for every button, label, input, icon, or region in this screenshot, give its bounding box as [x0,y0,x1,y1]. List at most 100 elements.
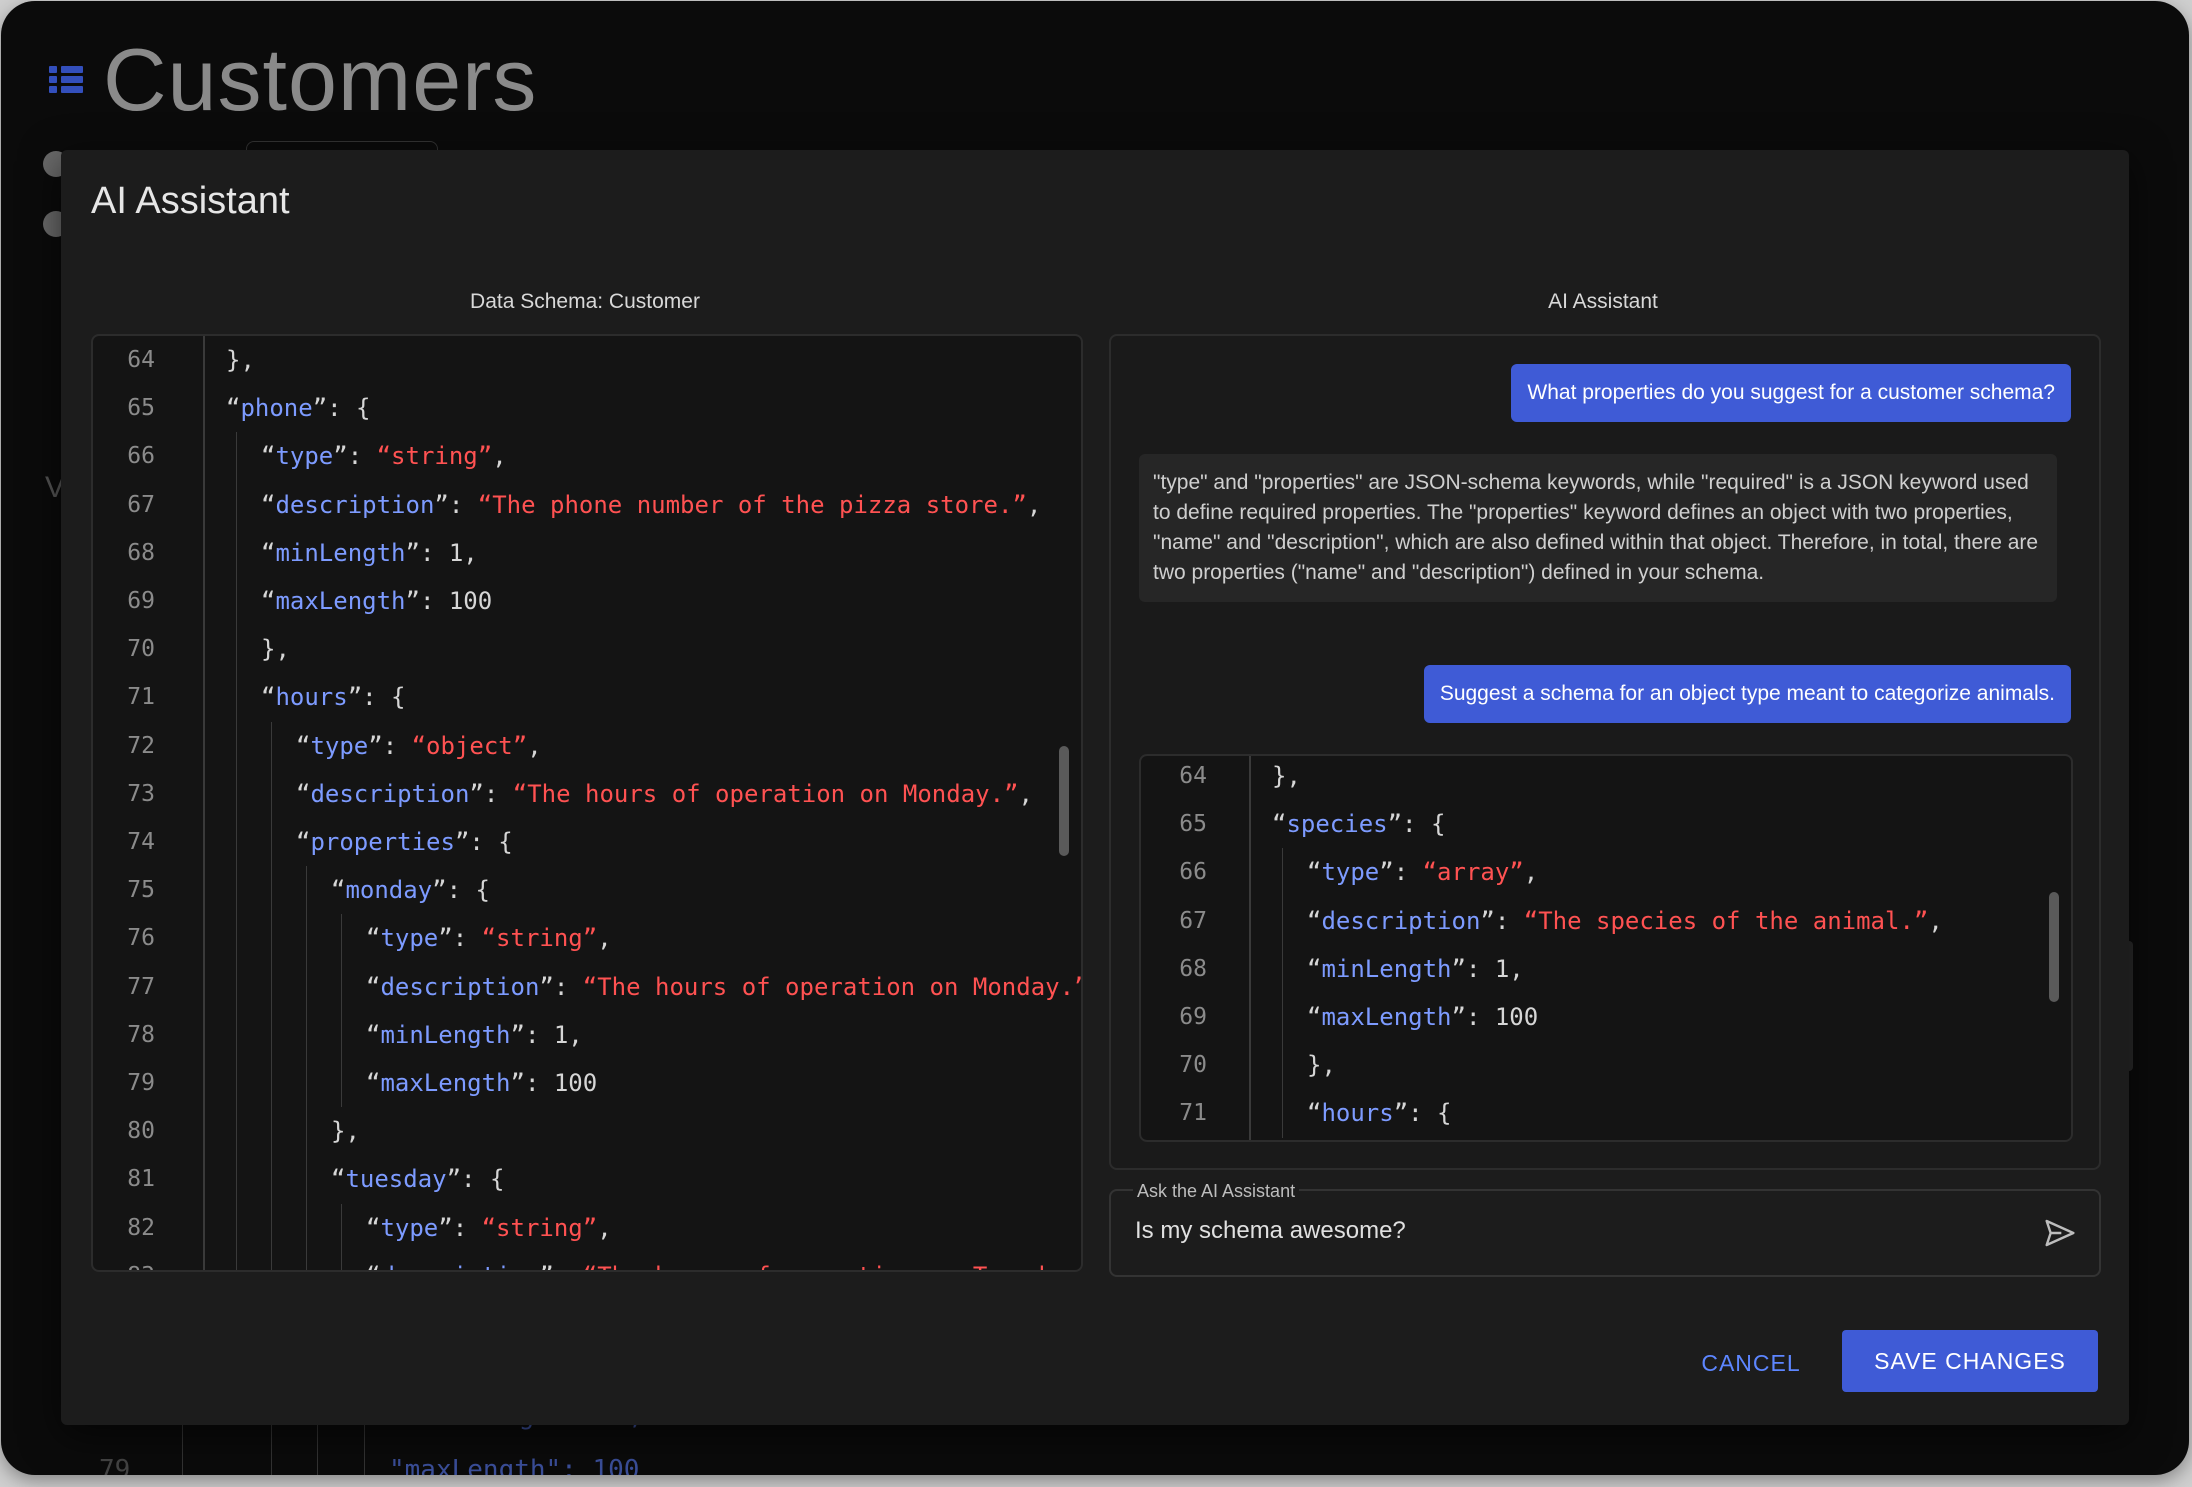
json-punctuation: “ [261,490,276,519]
code-text: }, [1272,756,1301,800]
json-key: maxLength [380,1069,511,1097]
code-text: “type”: “string”, [366,1204,612,1252]
json-key: minLength [380,1020,511,1049]
indent-guide [306,1107,307,1156]
json-punctuation: ”: 100 [1451,1003,1539,1031]
indent-guide [236,721,237,770]
json-punctuation: “ [1272,810,1287,839]
line-number: 64 [1179,763,1207,789]
code-text: }, [261,625,290,673]
code-line: 83 “description”: “The hours of operation… [93,1251,1081,1270]
line-number: 69 [127,588,155,614]
json-punctuation: ”: 100 [510,1069,598,1097]
indent-guide [271,1107,272,1156]
json-key: description [310,779,470,808]
code-text: “description”: “The species of the anima… [1307,897,1943,945]
code-line: 75 “monday”: { [93,866,1081,915]
json-punctuation: , [1018,779,1033,808]
json-punctuation: ”: { [1393,1099,1452,1128]
json-punctuation: “ [366,1020,381,1049]
code-line: 69 “maxLength”: 100 [1141,993,2071,1042]
json-punctuation: ”: 1, [1451,954,1524,983]
ask-input-value[interactable]: Is my schema awesome? [1135,1217,1406,1245]
json-punctuation: , [597,924,612,953]
line-number: 66 [127,443,155,470]
indent-guide [236,528,237,577]
line-number: 83 [93,1252,155,1270]
code-line: 68 “minLength”: 1, [1141,944,2071,993]
json-punctuation: “ [331,1165,346,1194]
code-text: “phone”: { [226,384,371,432]
json-punctuation: ”: 100 [405,587,493,615]
json-punctuation: ”: { [432,876,490,905]
save-changes-button[interactable]: SAVE CHANGES [1842,1330,2098,1392]
json-punctuation: ”: { [347,683,406,712]
json-string: “The hours of operation on Monday.” [512,779,1019,808]
json-key: description [380,972,540,1001]
json-punctuation: , [527,731,542,760]
ask-input[interactable]: Is my schema awesome? [1109,1189,2101,1277]
indent-guide [271,769,272,818]
code-line: 64}, [93,336,1081,384]
line-number: 67 [1179,907,1207,934]
json-punctuation: , [1523,858,1539,887]
code-line: 81 “tuesday”: { [93,1155,1081,1204]
json-punctuation: ”: { [312,394,371,423]
json-key: tuesday [345,1165,447,1194]
indent-guide [236,1203,237,1252]
json-string: “array” [1422,858,1524,887]
json-key: type [380,924,439,953]
indent-guide [306,1059,307,1108]
json-string: “The phone number of the pizza store.” [477,490,1027,519]
send-icon[interactable] [2043,1217,2077,1249]
code-line: 76 “type”: “string”, [93,914,1081,963]
json-punctuation: ”: [1379,858,1423,887]
code-line: 69 “maxLength”: 100 [93,577,1081,626]
indent-guide [236,625,237,674]
json-punctuation: “ [366,972,381,1001]
line-number: 74 [127,829,155,855]
line-number: 76 [127,925,155,952]
indent-guide [306,1155,307,1204]
code-text: “type”: “object”, [296,722,542,770]
line-number: 77 [127,973,155,1000]
code-line: 65 “species”: { [1141,800,2071,848]
indent-guide [1282,848,1283,897]
json-punctuation: ”: [539,1262,582,1270]
user-message: What properties do you suggest for a cus… [1511,364,2071,422]
cancel-button[interactable]: CANCEL [1681,1333,1821,1393]
line-number: 80 [127,1118,155,1145]
indent-guide [341,914,342,963]
json-punctuation: ”: { [446,1165,505,1194]
code-line: 73 “description”: “The hours of operation… [93,769,1081,818]
line-number: 73 [127,780,155,807]
code-line: 66 “type”: “string”, [93,432,1081,481]
json-punctuation: ”: [434,490,478,519]
code-line: 74 “properties”: { [93,818,1081,867]
indent-guide [236,480,237,529]
assistant-code-block[interactable]: 64}, 65 “species”: {66 “type”: “array”, 67 “d… [1139,754,2073,1142]
json-key: minLength [275,538,406,567]
code-text: “type”: “string”, [261,432,507,480]
json-string: “string” [376,442,493,471]
code-line: 70}, [1141,1041,2071,1090]
code-line: 67 “description”: “The phone number of th… [93,480,1081,529]
indent-guide [236,673,237,722]
schema-panel-label: Data Schema: Customer [470,290,700,313]
assistant-panel-label: AI Assistant [1548,290,1658,313]
code-line: 71 “hours”: { [1141,1089,2071,1138]
json-key: hours [275,683,348,712]
code-line: 68 “minLength”: 1, [93,528,1081,577]
line-number: 70 [127,636,155,663]
indent-guide [236,1251,237,1270]
indent-guide [271,1010,272,1059]
indent-guide [236,1059,237,1108]
code-line: 78 “minLength”: 1, [93,1010,1081,1059]
schema-code-editor[interactable]: 64}, 65 “phone”: {66 “type”: “string”, 67 “de… [91,334,1083,1272]
indent-guide [306,1251,307,1270]
code-line: 71 “hours”: { [93,673,1081,722]
json-punctuation: “ [226,394,241,423]
json-punctuation: ”: [333,442,377,471]
list-icon [49,66,83,94]
indent-guide [236,818,237,867]
